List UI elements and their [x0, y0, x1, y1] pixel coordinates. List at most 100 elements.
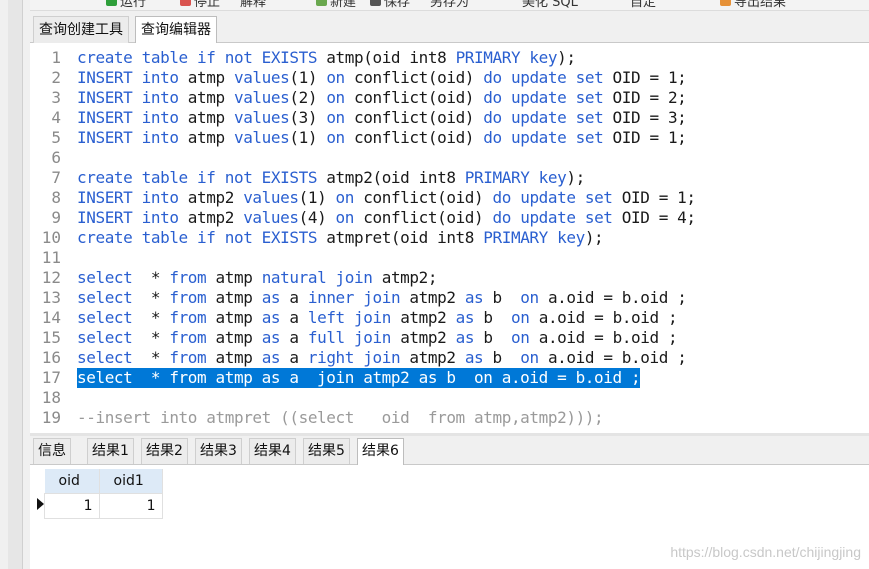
sql-keyword: select: [77, 328, 151, 347]
save-icon: [370, 0, 381, 6]
tab-result-4[interactable]: 结果4: [249, 438, 296, 464]
tab-result-3[interactable]: 结果3: [195, 438, 242, 464]
sql-text: OID = 3;: [612, 108, 687, 127]
sql-keyword: from: [169, 348, 216, 367]
code-text: create table if not EXISTS atmpret(oid i…: [77, 228, 604, 248]
sql-text: atmp2: [409, 348, 465, 367]
sql-text: conflict(oid): [354, 68, 484, 87]
sql-keyword: select: [77, 288, 151, 307]
sql-text: a: [289, 328, 308, 347]
column-header-oid[interactable]: oid: [44, 469, 100, 494]
new-button[interactable]: 新建: [316, 0, 356, 10]
tab-result-6[interactable]: 结果6: [357, 438, 404, 465]
line-number: 19: [41, 408, 61, 427]
line-number: 17: [41, 368, 61, 387]
sql-text: OID = 4;: [621, 208, 696, 227]
sql-text: atmpret(oid int8: [326, 228, 484, 247]
sql-text: atmp2: [187, 208, 244, 227]
sql-keyword: INSERT into: [77, 88, 188, 107]
sql-text: atmp: [215, 268, 262, 287]
sql-keyword: select: [77, 348, 151, 367]
table-row[interactable]: 1 1: [30, 493, 163, 519]
sql-text: *: [150, 348, 170, 367]
beautify-sql-button[interactable]: 美化 SQL: [522, 0, 578, 10]
sql-text: atmp: [187, 88, 234, 107]
code-text: select * from atmp as a left join atmp2 …: [77, 308, 678, 328]
sql-keyword: values: [233, 68, 290, 87]
sql-keyword: values: [233, 108, 290, 127]
tab-query-builder[interactable]: 查询创建工具: [33, 16, 129, 43]
save-as-button[interactable]: 另存为: [430, 0, 469, 10]
explain-button[interactable]: 解释: [240, 0, 266, 10]
export-results-button[interactable]: 导出结果: [720, 0, 786, 10]
tab-info[interactable]: 信息: [33, 438, 71, 464]
code-text: select * from atmp as a join atmp2 as b …: [77, 368, 641, 388]
line-number: 3: [51, 88, 61, 107]
sql-keyword: select * from atmp as a join atmp2 as b …: [77, 368, 641, 387]
tab-result-1[interactable]: 结果1: [87, 438, 134, 464]
tab-query-editor[interactable]: 查询编辑器: [135, 16, 217, 44]
sql-text: );: [566, 168, 585, 187]
editor-tab-bar: 查询创建工具 查询编辑器: [30, 11, 869, 44]
code-text: INSERT into atmp values(1) on conflict(o…: [77, 68, 687, 88]
save-label: 保存: [384, 0, 411, 10]
sql-text: (2): [289, 88, 327, 107]
sql-keyword: as: [261, 308, 290, 327]
sql-keyword: from: [169, 328, 216, 347]
code-text: INSERT into atmp values(3) on conflict(o…: [77, 108, 687, 128]
sql-keyword: do update set: [483, 108, 613, 127]
sql-text: atmp2: [400, 308, 456, 327]
code-text: --insert into atmpret ((select oid from …: [77, 408, 604, 428]
code-text: select * from atmp natural join atmp2;: [77, 268, 438, 288]
sql-text: conflict(oid): [354, 128, 484, 147]
row-header-corner: [30, 469, 45, 494]
sql-text: atmp: [187, 128, 234, 147]
tab-result-2[interactable]: 结果2: [141, 438, 188, 464]
sql-text: a.oid = b.oid ;: [547, 288, 687, 307]
run-button[interactable]: 运行: [106, 0, 146, 10]
sql-text: *: [150, 288, 170, 307]
sql-keyword: right join: [307, 348, 410, 367]
sql-keyword: on: [326, 108, 355, 127]
sql-keyword: as: [464, 348, 493, 367]
code-text: INSERT into atmp values(2) on conflict(o…: [77, 88, 687, 108]
sql-text: conflict(oid): [354, 108, 484, 127]
sql-keyword: select: [77, 268, 151, 287]
save-button[interactable]: 保存: [370, 0, 411, 10]
sql-text: atmp: [215, 348, 262, 367]
line-number: 5: [51, 128, 61, 147]
sql-text: b: [483, 328, 512, 347]
sql-text: a: [289, 348, 308, 367]
sql-text: atmp2;: [381, 268, 438, 287]
code-text: create table if not EXISTS atmp(oid int8…: [77, 48, 576, 68]
sql-keyword: as: [455, 308, 484, 327]
sql-text: atmp: [187, 68, 234, 87]
sql-text: b: [492, 288, 521, 307]
sql-keyword: values: [243, 188, 299, 207]
left-panel-scrollbar[interactable]: [8, 0, 23, 569]
sql-keyword: from: [169, 268, 216, 287]
result-tab-bar: 信息 结果1 结果2 结果3 结果4 结果5 结果6: [30, 436, 869, 465]
result-grid: oid oid1 1 1: [30, 469, 163, 519]
line-number: 9: [51, 208, 61, 227]
sql-keyword: on: [326, 88, 355, 107]
sql-keyword: inner join: [307, 288, 410, 307]
sql-text: (4): [298, 208, 336, 227]
sql-keyword: do update set: [492, 188, 622, 207]
run-icon: [106, 0, 117, 6]
stop-button[interactable]: 停止: [180, 0, 220, 10]
cell-oid1[interactable]: 1: [98, 493, 163, 519]
sql-keyword: INSERT into: [77, 128, 188, 147]
custom-button[interactable]: 自定: [630, 0, 656, 10]
sql-keyword: on: [520, 288, 548, 307]
code-text: INSERT into atmp2 values(1) on conflict(…: [77, 188, 696, 208]
sql-text: conflict(oid): [363, 208, 493, 227]
sql-keyword: PRIMARY key: [464, 168, 567, 187]
sql-keyword: values: [233, 128, 290, 147]
tab-result-5[interactable]: 结果5: [303, 438, 350, 464]
sql-keyword: on: [335, 208, 364, 227]
sql-editor[interactable]: 1 create table if not EXISTS atmp(oid int…: [30, 43, 869, 433]
column-header-oid1[interactable]: oid1: [99, 469, 163, 494]
cell-oid[interactable]: 1: [44, 493, 100, 519]
sql-keyword: on: [326, 128, 355, 147]
